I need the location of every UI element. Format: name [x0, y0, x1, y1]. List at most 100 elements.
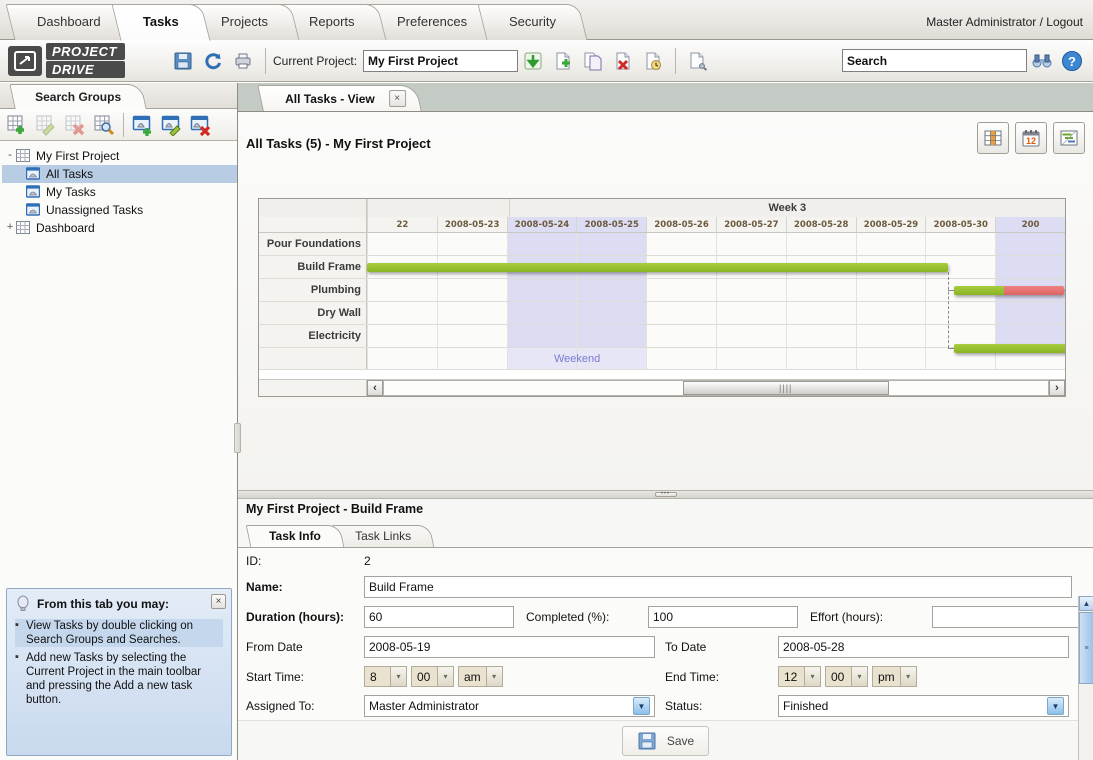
- start-time-minute[interactable]: 00: [411, 666, 437, 687]
- gantt-bar-plumbing[interactable]: [954, 286, 1064, 295]
- main-toolbar: PROJECT DRIVE Current Project: My First …: [0, 40, 1093, 82]
- tree-node-all-tasks[interactable]: All Tasks: [2, 165, 237, 183]
- from-date-field[interactable]: [364, 636, 655, 658]
- scroll-right-icon[interactable]: ›: [1049, 380, 1065, 396]
- task-details-icon[interactable]: [685, 48, 711, 74]
- binoculars-icon[interactable]: [1029, 48, 1055, 74]
- splitter-grip: •••: [654, 491, 677, 497]
- tree-node-label: My Tasks: [46, 185, 96, 199]
- tab-task-info[interactable]: Task Info: [245, 525, 345, 547]
- help-icon[interactable]: ?: [1059, 48, 1085, 74]
- tree-node-dashboard[interactable]: + Dashboard: [2, 219, 237, 237]
- tree-node-my-first-project[interactable]: - My First Project: [2, 147, 237, 165]
- save-icon[interactable]: [170, 48, 196, 74]
- gantt-date-header: 22 2008-05-23 2008-05-24 2008-05-25 2008…: [259, 217, 1065, 233]
- gantt-view-icon[interactable]: [1053, 122, 1085, 154]
- gantt-date-col-header: [259, 217, 367, 232]
- tree-expander[interactable]: +: [4, 222, 16, 234]
- toolbar-divider-1: [265, 47, 266, 74]
- gantt-bar-electricity[interactable]: [954, 344, 1065, 353]
- gantt-date-cell: 22: [367, 217, 437, 232]
- assigned-to-select[interactable]: Master Administrator ▼: [364, 695, 655, 717]
- duration-field[interactable]: [364, 606, 514, 628]
- gantt-scrollbar-pad: [259, 380, 367, 396]
- hint-item: View Tasks by double clicking on Search …: [15, 618, 223, 647]
- gantt-date-cell: 2008-05-23: [436, 217, 507, 232]
- delete-group-icon[interactable]: [62, 112, 88, 138]
- down-arrow-icon[interactable]: [520, 48, 546, 74]
- toolbar-divider-2: [675, 47, 677, 74]
- completed-field[interactable]: [648, 606, 798, 628]
- end-time-hour[interactable]: 12: [778, 666, 804, 687]
- tab-task-links[interactable]: Task Links: [331, 525, 435, 547]
- calendar-view-icon[interactable]: 12: [1015, 122, 1047, 154]
- edit-group-icon[interactable]: [33, 112, 59, 138]
- task-detail-vertical-scrollbar[interactable]: ▲ ≡ ▼: [1078, 596, 1093, 760]
- gantt-task-row[interactable]: Dry Wall: [259, 302, 1065, 325]
- page-title: All Tasks (5) - My First Project: [246, 136, 431, 151]
- tree-node-unassigned-tasks[interactable]: Unassigned Tasks: [2, 201, 237, 219]
- add-group-icon[interactable]: [4, 112, 30, 138]
- hint-close-button[interactable]: ×: [211, 594, 226, 609]
- scroll-left-icon[interactable]: ‹: [367, 380, 383, 396]
- search-icon: [26, 185, 42, 199]
- chevron-down-icon[interactable]: ▾: [899, 666, 917, 687]
- to-date-field[interactable]: [778, 636, 1069, 658]
- gantt-bar-build-frame[interactable]: [367, 263, 948, 272]
- tab-security[interactable]: Security: [477, 4, 588, 40]
- chevron-down-icon[interactable]: ▾: [485, 666, 503, 687]
- scrollbar-thumb[interactable]: ≡: [1079, 612, 1093, 684]
- status-select[interactable]: Finished ▼: [778, 695, 1069, 717]
- task-history-icon[interactable]: [640, 48, 666, 74]
- chevron-down-icon[interactable]: ▾: [804, 666, 821, 687]
- end-time-ampm[interactable]: pm: [872, 666, 900, 687]
- user-logout-link[interactable]: Master Administrator / Logout: [926, 0, 1083, 40]
- add-search-icon[interactable]: [130, 112, 156, 138]
- find-group-icon[interactable]: [91, 112, 117, 138]
- tree-node-my-tasks[interactable]: My Tasks: [2, 183, 237, 201]
- close-icon[interactable]: ×: [388, 90, 406, 107]
- save-button[interactable]: Save: [621, 725, 710, 756]
- end-time-spinner[interactable]: 12 ▾ 00 ▾ pm ▾: [778, 666, 1069, 687]
- gantt-chart[interactable]: Week 3 22 2008-05-23 2008-05-24 2008-05-…: [258, 198, 1066, 397]
- chevron-down-icon[interactable]: ▾: [851, 666, 868, 687]
- chevron-down-icon[interactable]: ▼: [633, 697, 650, 715]
- end-time-minute[interactable]: 00: [825, 666, 851, 687]
- delete-search-icon[interactable]: [188, 112, 214, 138]
- chevron-down-icon[interactable]: ▼: [1047, 697, 1064, 715]
- refresh-icon[interactable]: [200, 48, 226, 74]
- search-input[interactable]: [842, 49, 1027, 72]
- chevron-down-icon[interactable]: ▾: [390, 666, 407, 687]
- print-icon[interactable]: [230, 48, 256, 74]
- scroll-up-icon[interactable]: ▲: [1079, 596, 1093, 611]
- tab-search-groups[interactable]: Search Groups: [9, 84, 147, 109]
- gantt-task-row[interactable]: Pour Foundations: [259, 233, 1065, 256]
- tab-all-tasks-view-label: All Tasks - View: [285, 91, 375, 106]
- copy-task-icon[interactable]: [580, 48, 606, 74]
- gantt-date-cell: 2008-05-27: [715, 217, 786, 232]
- start-time-ampm[interactable]: am: [458, 666, 486, 687]
- tree-expander[interactable]: -: [4, 150, 16, 162]
- add-task-icon[interactable]: [550, 48, 576, 74]
- chevron-down-icon[interactable]: ▾: [437, 666, 454, 687]
- tab-all-tasks-view[interactable]: All Tasks - View ×: [257, 85, 422, 111]
- horizontal-splitter[interactable]: •••: [238, 490, 1093, 499]
- effort-label: Effort (hours):: [810, 610, 884, 624]
- gantt-scrollbar-thumb[interactable]: ||||: [682, 381, 889, 395]
- vertical-splitter-handle[interactable]: [234, 423, 241, 453]
- gantt-scrollbar-track[interactable]: ||||: [383, 380, 1049, 396]
- grid-view-icon[interactable]: [977, 122, 1009, 154]
- edit-search-icon[interactable]: [159, 112, 185, 138]
- gantt-horizontal-scrollbar[interactable]: ‹ |||| ›: [259, 379, 1065, 396]
- delete-task-icon[interactable]: [610, 48, 636, 74]
- gantt-task-row[interactable]: Plumbing: [259, 279, 1065, 302]
- start-time-spinner[interactable]: 8 ▾ 00 ▾ am ▾: [364, 666, 655, 687]
- tab-tasks[interactable]: Tasks: [110, 4, 211, 41]
- effort-field[interactable]: [932, 606, 1082, 628]
- name-field[interactable]: [364, 576, 1072, 598]
- gantt-week-header: Week 3: [259, 199, 1065, 217]
- app-logo: PROJECT DRIVE: [8, 43, 168, 78]
- gantt-task-row[interactable]: Electricity: [259, 325, 1065, 348]
- start-time-hour[interactable]: 8: [364, 666, 390, 687]
- current-project-input[interactable]: [363, 49, 519, 72]
